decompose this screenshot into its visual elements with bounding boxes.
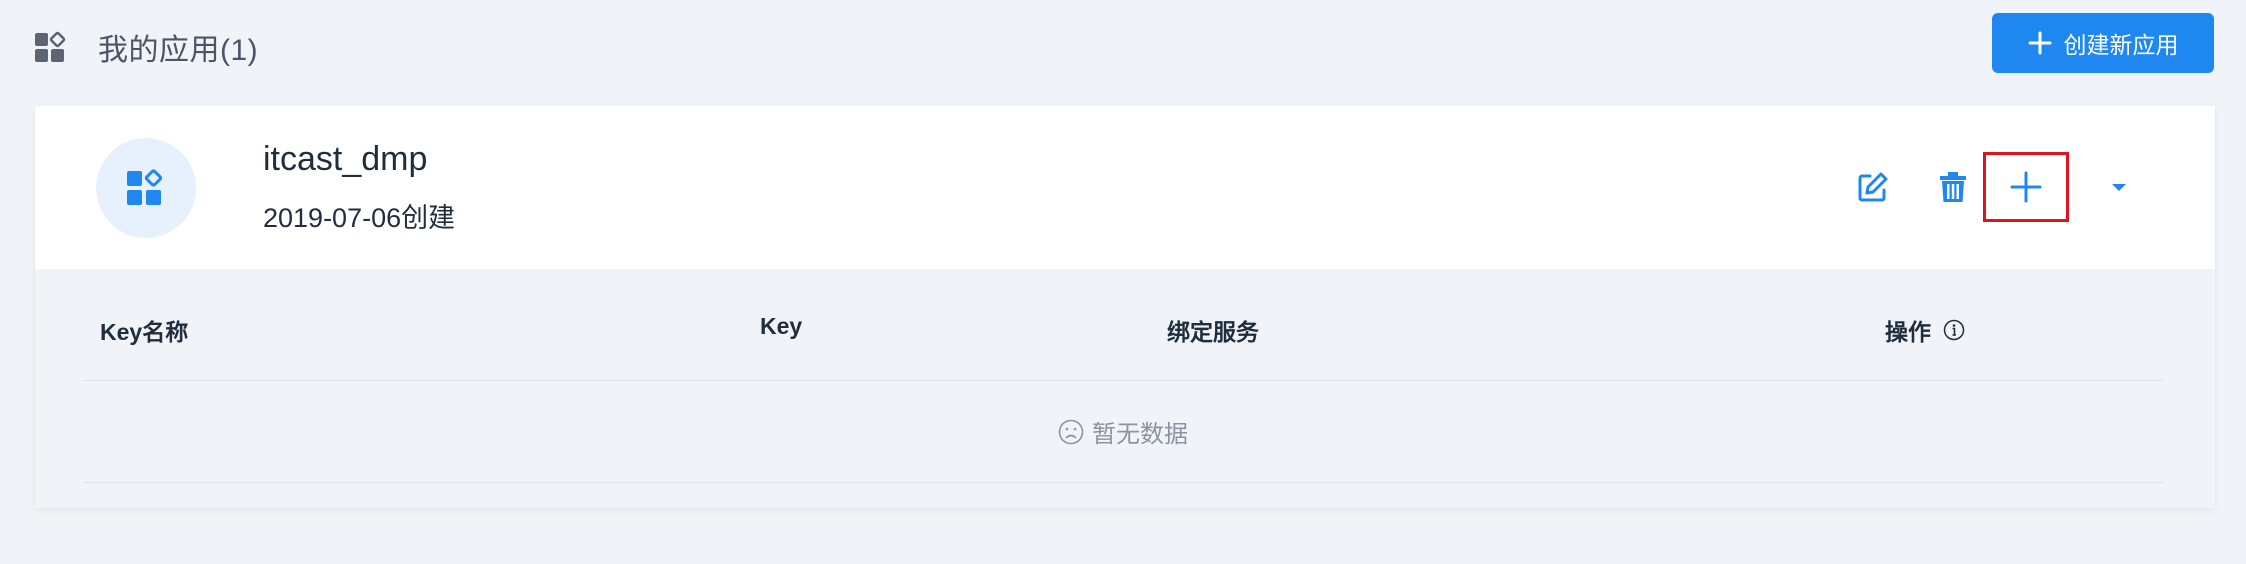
app-list-page: 我的应用(1) 创建新应用 itcast_dmp 2019-07-06创建 Ke… (0, 0, 2246, 564)
edit-icon (1858, 172, 1888, 202)
column-header-operation: 操作 (1885, 313, 1965, 347)
trash-icon (1940, 172, 1966, 202)
expand-app-button[interactable] (2096, 164, 2142, 210)
plus-icon (2028, 31, 2051, 55)
apps-icon (127, 169, 163, 205)
column-header-key: Key (760, 313, 803, 339)
page-title: 我的应用(1) (98, 34, 259, 67)
add-key-button[interactable] (1983, 152, 2069, 222)
create-app-button[interactable]: 创建新应用 (1992, 13, 2214, 73)
key-table-header: Key名称 Key 绑定服务 操作 (83, 269, 2163, 381)
frown-icon (1058, 419, 1084, 444)
delete-app-button[interactable] (1930, 164, 1976, 210)
info-icon[interactable] (1943, 319, 1965, 341)
column-header-operation-label: 操作 (1885, 319, 1931, 345)
app-avatar (96, 138, 196, 238)
app-card-header: itcast_dmp 2019-07-06创建 (35, 106, 2215, 269)
column-header-bound-service: 绑定服务 (1167, 319, 1259, 345)
edit-app-button[interactable] (1850, 164, 1896, 210)
app-created-date: 2019-07-06创建 (263, 203, 456, 233)
caret-down-icon (2112, 184, 2126, 191)
empty-state-text: 暂无数据 (1092, 421, 1188, 448)
apps-icon (35, 31, 66, 62)
app-name: itcast_dmp (263, 140, 428, 178)
table-empty-state: 暂无数据 (83, 381, 2163, 483)
app-card: itcast_dmp 2019-07-06创建 Key名称 Key 绑定服务 操… (35, 106, 2215, 508)
page-header: 我的应用(1) (34, 22, 258, 72)
column-header-key-name: Key名称 (100, 319, 189, 345)
plus-icon (2010, 171, 2042, 203)
create-app-button-label: 创建新应用 (2063, 32, 2179, 58)
